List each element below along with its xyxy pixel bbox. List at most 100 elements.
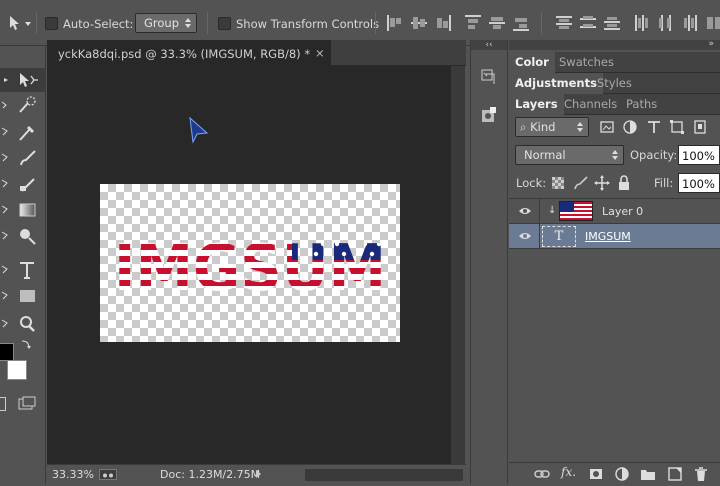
- preset-dropdown-icon[interactable]: [25, 22, 31, 26]
- history-panel-icon[interactable]: [480, 68, 498, 86]
- layers-panel-footer: fx.: [509, 462, 720, 484]
- quick-mask-icon[interactable]: [0, 397, 6, 411]
- delete-layer-icon[interactable]: [692, 465, 710, 483]
- tab-swatches[interactable]: Swatches: [553, 52, 620, 73]
- zoom-level[interactable]: 33.33%: [52, 468, 94, 481]
- clone-stamp-tool[interactable]: [0, 172, 46, 196]
- brush-tool[interactable]: [0, 146, 46, 170]
- document-tab-title: yckKa8dqi.psd @ 33.3% (IMGSUM, RGB/8) *: [58, 47, 311, 61]
- layer-row-selected[interactable]: T IMGSUM: [509, 224, 720, 249]
- tools-panel: [0, 46, 46, 484]
- swap-colors-icon[interactable]: [20, 339, 32, 351]
- filter-type-icon[interactable]: [645, 118, 663, 136]
- distribute-horizontal-centers-icon[interactable]: [658, 15, 674, 31]
- new-layer-icon[interactable]: [666, 465, 684, 483]
- move-tool[interactable]: [0, 68, 46, 92]
- zoom-tool[interactable]: [0, 312, 46, 336]
- document-canvas[interactable]: IMGSUM: [100, 184, 400, 342]
- background-color-swatch[interactable]: [7, 360, 27, 380]
- lock-transparency-icon[interactable]: [552, 177, 564, 189]
- lock-position-icon[interactable]: [593, 174, 611, 192]
- filter-shape-icon[interactable]: [668, 118, 686, 136]
- tab-color[interactable]: Color: [509, 52, 555, 73]
- layer-name: Layer 0: [602, 205, 644, 218]
- show-transform-checkbox[interactable]: [218, 17, 231, 30]
- align-top-edges-icon[interactable]: [387, 15, 403, 31]
- close-tab-icon[interactable]: ×: [315, 46, 325, 60]
- gradient-tool[interactable]: [0, 198, 46, 222]
- canvas-vertical-scrollbar[interactable]: [451, 66, 465, 464]
- document-tab[interactable]: yckKa8dqi.psd @ 33.3% (IMGSUM, RGB/8) * …: [47, 40, 331, 66]
- align-right-edges-icon[interactable]: [513, 15, 529, 31]
- distribute-vertical-centers-icon[interactable]: [580, 15, 596, 31]
- distribute-right-icon[interactable]: [682, 15, 698, 31]
- tab-paths[interactable]: Paths: [620, 94, 663, 115]
- select-arrows-icon: [185, 18, 191, 28]
- visibility-eye-icon[interactable]: [518, 205, 532, 217]
- tab-layers[interactable]: Layers: [509, 94, 564, 115]
- new-group-folder-icon[interactable]: [639, 465, 657, 483]
- fill-label: Fill:: [654, 176, 674, 190]
- foreground-color-swatch[interactable]: [0, 343, 14, 361]
- layer-style-fx-icon[interactable]: fx.: [561, 465, 579, 483]
- select-arrows-icon: [612, 150, 618, 160]
- lock-pixels-icon[interactable]: [572, 174, 590, 192]
- separator: [375, 12, 376, 34]
- quick-selection-tool[interactable]: [0, 94, 46, 118]
- auto-select-dropdown[interactable]: Group: [135, 13, 197, 33]
- separator: [207, 12, 208, 34]
- align-bottom-edges-icon[interactable]: [435, 15, 451, 31]
- layer-filter-dropdown[interactable]: ⌕ Kind: [515, 117, 589, 137]
- filter-search-icon: ⌕: [520, 120, 527, 134]
- screen-mode-icon[interactable]: [18, 396, 36, 412]
- document-tab-bar: yckKa8dqi.psd @ 33.3% (IMGSUM, RGB/8) * …: [47, 40, 466, 66]
- distribute-top-icon[interactable]: [556, 15, 572, 31]
- filter-kind-value: Kind: [530, 120, 556, 134]
- auto-align-layers-icon[interactable]: [706, 15, 720, 31]
- horizontal-scrollbar[interactable]: [305, 469, 463, 481]
- add-mask-icon[interactable]: [587, 465, 605, 483]
- link-layers-icon[interactable]: [533, 465, 551, 483]
- filter-smart-object-icon[interactable]: [691, 118, 709, 136]
- tab-adjustments[interactable]: Adjustments: [509, 73, 603, 94]
- move-tool-preset-icon[interactable]: [6, 14, 24, 32]
- expand-dock-icon[interactable]: »: [708, 39, 714, 49]
- clipping-mask-icon: ↓: [548, 205, 557, 216]
- divider: [539, 199, 540, 224]
- properties-panel-icon[interactable]: [480, 106, 498, 124]
- auto-select-label: Auto-Select:: [63, 17, 134, 31]
- canvas-workspace[interactable]: IMGSUM: [47, 66, 465, 464]
- fill-input[interactable]: 100%: [678, 173, 720, 193]
- adjustments-panel-tabs: Adjustments Styles: [509, 73, 720, 94]
- distribute-left-icon[interactable]: [634, 15, 650, 31]
- align-vertical-centers-icon[interactable]: [411, 15, 427, 31]
- filter-pixel-icon[interactable]: [598, 118, 616, 136]
- align-horizontal-centers-icon[interactable]: [489, 15, 505, 31]
- blend-mode-value: Normal: [524, 148, 566, 162]
- auto-select-checkbox[interactable]: [45, 17, 58, 30]
- tab-channels[interactable]: Channels: [558, 94, 623, 115]
- align-left-edges-icon[interactable]: [465, 15, 481, 31]
- rectangle-tool[interactable]: [0, 284, 46, 308]
- visibility-eye-icon[interactable]: [518, 230, 532, 242]
- new-adjustment-layer-icon[interactable]: [613, 465, 631, 483]
- type-tool[interactable]: [0, 258, 46, 282]
- select-arrows-icon: [577, 122, 583, 132]
- status-expand-icon[interactable]: [256, 470, 262, 478]
- distribute-bottom-icon[interactable]: [604, 15, 620, 31]
- blend-mode-dropdown[interactable]: Normal: [515, 145, 624, 165]
- eyedropper-tool[interactable]: [0, 120, 46, 144]
- tab-styles[interactable]: Styles: [591, 73, 638, 94]
- collapsed-panels-dock: ‹‹: [470, 40, 508, 484]
- collapse-dock-icon[interactable]: ‹‹: [471, 40, 507, 50]
- document-size-info: Doc: 1.23M/2.75M: [160, 468, 261, 481]
- status-menu-icon[interactable]: [99, 469, 117, 480]
- layer-name[interactable]: IMGSUM: [585, 230, 631, 243]
- filter-adjustment-icon[interactable]: [621, 118, 639, 136]
- auto-select-value: Group: [144, 16, 180, 30]
- lock-all-icon[interactable]: [615, 174, 633, 192]
- opacity-input[interactable]: 100%: [678, 145, 720, 165]
- show-transform-label: Show Transform Controls: [236, 17, 380, 31]
- dodge-tool[interactable]: [0, 224, 46, 248]
- layer-row[interactable]: ↓ Layer 0: [509, 199, 720, 224]
